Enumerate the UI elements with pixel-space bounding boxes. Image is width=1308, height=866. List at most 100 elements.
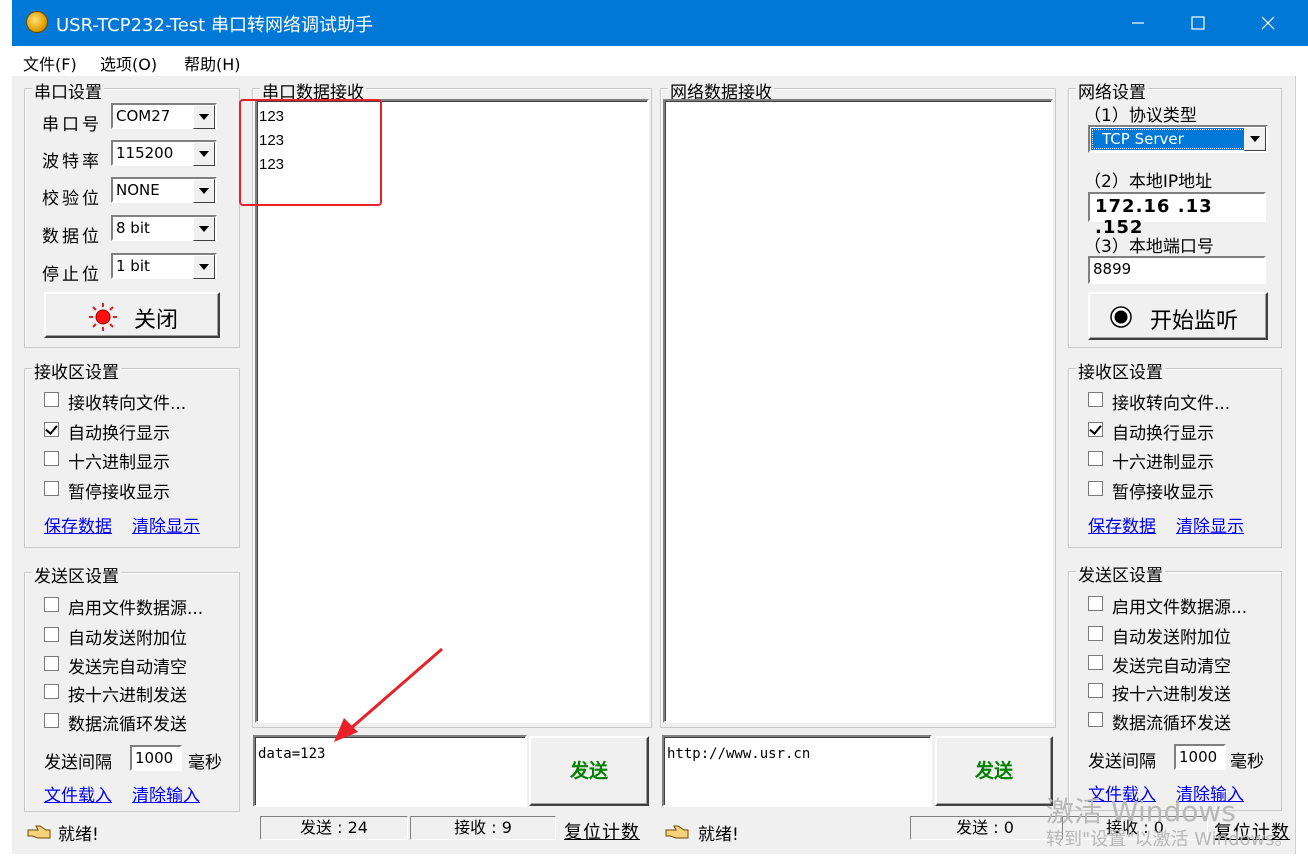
left-send-opt-4-checkbox[interactable] — [44, 713, 59, 728]
menu-help[interactable]: 帮助(H) — [184, 51, 241, 75]
minimize-button[interactable] — [1108, 0, 1168, 46]
right-send-opt-2-label: 发送完自动清空 — [1112, 657, 1231, 677]
stopbits-select[interactable]: 1 bit — [111, 253, 217, 279]
close-button[interactable] — [1238, 0, 1298, 46]
maximize-button[interactable] — [1168, 0, 1228, 46]
right-interval-unit: 毫秒 — [1230, 752, 1264, 772]
parity-select[interactable]: NONE — [111, 177, 217, 203]
parity-value: NONE — [116, 181, 160, 199]
right-recv-opt-0-checkbox[interactable] — [1088, 392, 1103, 407]
right-recv-opt-2-checkbox[interactable] — [1088, 451, 1103, 466]
close-port-button[interactable]: 关闭 — [44, 292, 220, 338]
right-send-opt-4-checkbox[interactable] — [1088, 712, 1103, 727]
protocol-select[interactable]: TCP Server — [1088, 125, 1268, 153]
left-recv-opt-3-checkbox[interactable] — [44, 481, 59, 496]
right-clear-display-link[interactable]: 清除显示 — [1176, 512, 1244, 537]
serial-settings-legend: 串口设置 — [32, 78, 104, 103]
right-recv-opt-1-checkbox[interactable] — [1088, 422, 1103, 437]
right-send-opt-2-checkbox[interactable] — [1088, 655, 1103, 670]
port-number-input[interactable]: 8899 — [1088, 256, 1266, 284]
left-interval-label: 发送间隔 — [44, 753, 112, 773]
left-recv-opt-1-checkbox[interactable] — [44, 422, 59, 437]
left-recv-opt-1-label: 自动换行显示 — [68, 424, 170, 444]
parity-label: 校验位 — [42, 189, 102, 209]
pointing-hand-icon — [27, 825, 51, 839]
baud-select[interactable]: 115200 — [111, 140, 217, 166]
right-send-opt-1-checkbox[interactable] — [1088, 626, 1103, 641]
annotation-arrow-icon — [334, 647, 443, 742]
right-recv-opt-2-label: 十六进制显示 — [1112, 453, 1214, 473]
left-clear-input-link[interactable]: 清除输入 — [132, 781, 200, 806]
stopbits-label: 停止位 — [42, 265, 102, 285]
databits-value: 8 bit — [116, 219, 150, 237]
net-send-textarea[interactable]: http://www.usr.cn — [662, 735, 932, 807]
left-recv-opt-2-checkbox[interactable] — [44, 451, 59, 466]
protocol-value: TCP Server — [1102, 130, 1184, 148]
serial-send-button[interactable]: 发送 — [529, 736, 649, 806]
left-clear-display-link[interactable]: 清除显示 — [132, 512, 200, 537]
title-bar[interactable]: USR-TCP232-Test 串口转网络调试助手 — [12, 0, 1308, 46]
menu-options[interactable]: 选项(O) — [100, 51, 157, 75]
port-value: COM27 — [116, 107, 171, 125]
pointing-hand-icon — [665, 825, 689, 839]
left-send-opt-4-label: 数据流循环发送 — [68, 715, 187, 735]
left-send-opt-2-label: 发送完自动清空 — [68, 658, 187, 678]
left-send-opt-1-label: 自动发送附加位 — [68, 629, 187, 649]
right-send-opt-0-checkbox[interactable] — [1088, 596, 1103, 611]
left-send-opt-0-checkbox[interactable] — [44, 597, 59, 612]
activation-watermark: 激活 Windows 转到"设置"以激活 Windows。 — [1046, 796, 1293, 852]
maximize-icon — [1191, 16, 1205, 30]
menu-file[interactable]: 文件(F) — [23, 51, 77, 75]
ip-input[interactable]: 172.16 .13 .152 — [1088, 192, 1266, 238]
right-recv-settings-legend: 接收区设置 — [1076, 358, 1165, 383]
net-recv-textarea[interactable] — [663, 99, 1053, 723]
chevron-down-icon[interactable] — [193, 105, 215, 129]
port-number-label: （3）本地端口号 — [1084, 237, 1214, 257]
left-status-ready: 就绪! — [58, 825, 99, 845]
left-save-data-link[interactable]: 保存数据 — [44, 512, 112, 537]
left-recv-opt-3-label: 暂停接收显示 — [68, 483, 170, 503]
right-recv-opt-3-checkbox[interactable] — [1088, 481, 1103, 496]
databits-select[interactable]: 8 bit — [111, 215, 217, 241]
databits-label: 数据位 — [42, 227, 102, 247]
right-recv-opt-0-label: 接收转向文件... — [1112, 394, 1231, 414]
left-sent-counter: 发送 : 24 — [260, 816, 408, 840]
chevron-down-icon[interactable] — [193, 142, 215, 166]
window-title: USR-TCP232-Test 串口转网络调试助手 — [56, 15, 373, 36]
port-select[interactable]: COM27 — [111, 103, 217, 129]
right-send-settings-legend: 发送区设置 — [1076, 561, 1165, 586]
left-interval-unit: 毫秒 — [188, 753, 222, 773]
right-send-opt-0-label: 启用文件数据源... — [1112, 598, 1248, 618]
ip-label: （2）本地IP地址 — [1084, 172, 1213, 192]
chevron-down-icon[interactable] — [1244, 127, 1266, 151]
right-interval-input[interactable]: 1000 — [1174, 744, 1226, 770]
menu-bar: 文件(F) 选项(O) 帮助(H) — [12, 46, 1296, 76]
chevron-down-icon[interactable] — [193, 217, 215, 241]
start-listen-button[interactable]: 开始监听 — [1088, 292, 1268, 340]
right-send-opt-1-label: 自动发送附加位 — [1112, 628, 1231, 648]
left-send-opt-2-checkbox[interactable] — [44, 656, 59, 671]
annotation-highlight-box — [239, 99, 382, 206]
red-light-icon — [89, 303, 117, 331]
left-send-opt-1-checkbox[interactable] — [44, 627, 59, 642]
protocol-label: （1）协议类型 — [1084, 106, 1197, 126]
chevron-down-icon[interactable] — [193, 255, 215, 279]
net-send-button[interactable]: 发送 — [935, 736, 1053, 806]
left-load-file-link[interactable]: 文件载入 — [44, 781, 112, 806]
left-interval-input[interactable]: 1000 — [130, 745, 182, 771]
close-icon — [1261, 16, 1275, 30]
start-listen-label: 开始监听 — [1150, 309, 1239, 334]
left-recv-opt-0-checkbox[interactable] — [44, 392, 59, 407]
right-save-data-link[interactable]: 保存数据 — [1088, 512, 1156, 537]
watermark-line1: 激活 Windows — [1046, 795, 1236, 828]
right-send-opt-3-checkbox[interactable] — [1088, 683, 1103, 698]
left-recv-settings-legend: 接收区设置 — [32, 358, 121, 383]
baud-label: 波特率 — [42, 152, 102, 172]
chevron-down-icon[interactable] — [193, 179, 215, 203]
left-send-opt-3-checkbox[interactable] — [44, 684, 59, 699]
left-send-settings-legend: 发送区设置 — [32, 562, 121, 587]
port-label: 串口号 — [42, 115, 102, 135]
left-reset-counter-link[interactable]: 复位计数 — [564, 818, 640, 844]
left-recv-counter: 接收 : 9 — [410, 816, 556, 840]
left-send-opt-3-label: 按十六进制发送 — [68, 686, 187, 706]
